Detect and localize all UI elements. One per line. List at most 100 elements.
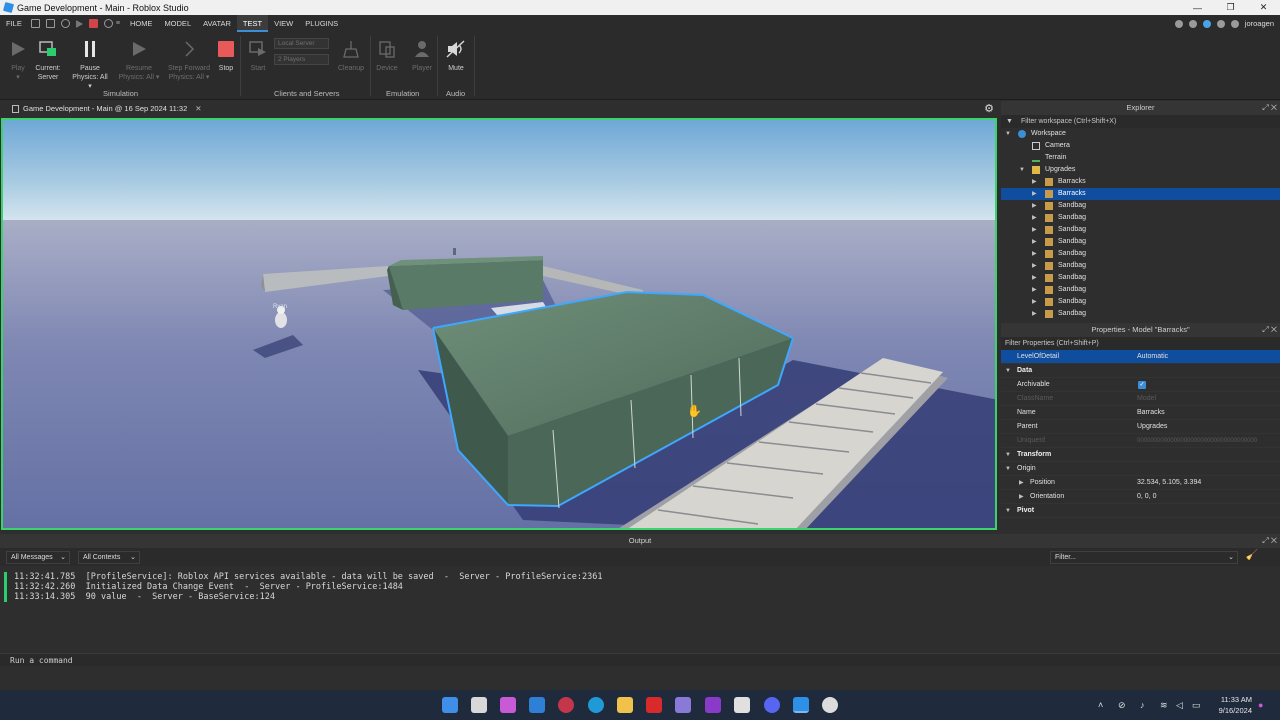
tree-item-workspace[interactable]: ▼ Workspace (1001, 128, 1280, 140)
property-name[interactable]: Name Barracks (1001, 406, 1280, 420)
current-server-button[interactable]: Current: Server (30, 38, 66, 82)
roblox-studio-taskbar-icon[interactable] (793, 697, 809, 713)
chrome-icon[interactable] (822, 697, 838, 713)
menu-home[interactable]: HOME (124, 15, 159, 32)
tree-item-sandbag[interactable]: ▶ Sandbag (1001, 272, 1280, 284)
close-button[interactable]: ✕ (1247, 0, 1280, 15)
property-category-pivot[interactable]: ▼ Pivot (1001, 504, 1280, 518)
resume-button[interactable]: Resume Physics: All ▾ (118, 38, 160, 82)
vscode-icon[interactable] (529, 697, 545, 713)
onenote-icon[interactable] (705, 697, 721, 713)
document-tab[interactable]: Game Development - Main @ 16 Sep 2024 11… (6, 101, 208, 116)
close-tab-icon[interactable]: ✕ (195, 104, 201, 113)
stop-quick-icon[interactable] (88, 19, 98, 28)
game-controller-icon[interactable] (675, 697, 691, 713)
task-view-icon[interactable] (471, 697, 487, 713)
tree-item-sandbag[interactable]: ▶ Sandbag (1001, 296, 1280, 308)
copilot-icon[interactable] (500, 697, 516, 713)
edge-icon[interactable] (588, 697, 604, 713)
store-icon[interactable] (734, 697, 750, 713)
mute-button[interactable]: Mute (438, 38, 474, 73)
command-bar-input[interactable]: Run a command (0, 653, 1280, 666)
tree-item-barracks-selected[interactable]: ▶ Barracks (1001, 188, 1280, 200)
user-avatar-icon[interactable] (1230, 19, 1239, 28)
menu-model[interactable]: MODEL (158, 15, 197, 32)
mic-icon[interactable]: ♪ (1140, 700, 1145, 710)
menu-view[interactable]: VIEW (268, 15, 299, 32)
help-icon[interactable] (1216, 19, 1225, 28)
tree-item-barracks[interactable]: ▶ Barracks (1001, 176, 1280, 188)
tree-item-upgrades[interactable]: ▼ Upgrades (1001, 164, 1280, 176)
discord-icon[interactable] (764, 697, 780, 713)
redo-icon[interactable] (60, 19, 70, 28)
tree-item-sandbag[interactable]: ▶ Sandbag (1001, 200, 1280, 212)
clear-output-icon[interactable]: 🧹 (1246, 550, 1258, 561)
tree-item-sandbag[interactable]: ▶ Sandbag (1001, 260, 1280, 272)
menu-plugins[interactable]: PLUGINS (299, 15, 344, 32)
netflix-icon[interactable] (646, 697, 662, 713)
gear-icon[interactable]: ⚙ (984, 102, 994, 115)
new-file-icon[interactable] (30, 19, 40, 28)
tree-item-camera[interactable]: Camera (1001, 140, 1280, 152)
menu-file[interactable]: FILE (0, 15, 28, 32)
maximize-button[interactable]: ❐ (1214, 0, 1247, 15)
player-button[interactable]: Player (404, 38, 440, 73)
volume-icon[interactable]: ◁ (1176, 700, 1183, 711)
taskbar-clock[interactable]: 11:33 AM 9/16/2024 (1219, 694, 1252, 716)
wifi-icon[interactable]: ≋ (1160, 700, 1168, 711)
tree-item-terrain[interactable]: Terrain (1001, 152, 1280, 164)
pause-button[interactable]: Pause Physics: All ▾ (70, 38, 110, 91)
quick-access-dropdown-icon[interactable]: ≡ (116, 20, 120, 27)
menu-test[interactable]: TEST (236, 15, 269, 32)
notification-icon[interactable] (1174, 19, 1183, 28)
username[interactable]: joroagen (1245, 19, 1274, 28)
terrain-icon (1032, 154, 1040, 162)
tree-item-sandbag[interactable]: ▶ Sandbag (1001, 236, 1280, 248)
server-select[interactable]: Local Server (274, 38, 329, 49)
property-orientation[interactable]: ▶ Orientation 0, 0, 0 (1001, 490, 1280, 504)
property-origin[interactable]: ▼ Origin (1001, 462, 1280, 476)
archivable-checkbox[interactable]: ✓ (1138, 381, 1146, 389)
opera-icon[interactable] (558, 697, 574, 713)
cloud-icon[interactable] (1202, 19, 1211, 28)
share-icon[interactable] (1188, 19, 1197, 28)
minimize-button[interactable]: — (1181, 0, 1214, 15)
close-panel-icon[interactable]: ⤢ ✕ (1262, 101, 1277, 115)
explorer-filter-input[interactable]: ▼ Filter workspace (Ctrl+Shift+X) (1001, 115, 1280, 128)
property-level-of-detail[interactable]: LevelOfDetail Automatic (1001, 350, 1280, 364)
property-position[interactable]: ▶ Position 32.534, 5.105, 3.394 (1001, 476, 1280, 490)
menu-bar: FILE ≡ HOME MODEL AVATAR TEST VIEW PLUGI… (0, 15, 1280, 32)
device-button[interactable]: Device (369, 38, 405, 73)
window-title: Game Development - Main - Roblox Studio (17, 2, 189, 13)
battery-icon[interactable]: ▭ (1192, 700, 1201, 711)
cleanup-button[interactable]: Cleanup (333, 38, 369, 73)
tree-item-sandbag[interactable]: ▶ Sandbag (1001, 212, 1280, 224)
tray-chevron-icon[interactable]: ˄ (1098, 700, 1103, 710)
messages-filter-dropdown[interactable]: All Messages ⌄ (6, 551, 70, 564)
tree-item-sandbag[interactable]: ▶ Sandbag (1001, 308, 1280, 320)
save-icon[interactable] (45, 19, 55, 28)
close-panel-icon[interactable]: ⤢ ✕ (1262, 534, 1277, 548)
menu-avatar[interactable]: AVATAR (197, 15, 237, 32)
windows-start-icon[interactable] (442, 697, 458, 713)
players-select[interactable]: 2 Players (274, 54, 329, 65)
notification-center-icon[interactable]: ● (1258, 700, 1263, 710)
tree-item-sandbag[interactable]: ▶ Sandbag (1001, 224, 1280, 236)
mic-muted-icon[interactable]: ⊘ (1118, 700, 1126, 711)
undo-icon[interactable] (103, 19, 113, 28)
start-button[interactable]: Start (240, 38, 276, 73)
play-quick-icon[interactable] (75, 19, 83, 28)
property-category-transform[interactable]: ▼ Transform (1001, 448, 1280, 462)
property-parent[interactable]: Parent Upgrades (1001, 420, 1280, 434)
stop-button[interactable]: Stop (208, 38, 244, 73)
property-archivable[interactable]: Archivable ✓ (1001, 378, 1280, 392)
close-panel-icon[interactable]: ⤢ ✕ (1262, 323, 1277, 337)
tree-item-sandbag[interactable]: ▶ Sandbag (1001, 248, 1280, 260)
3d-viewport[interactable]: ✋ Ryan (1, 118, 997, 530)
property-category-data[interactable]: ▼ Data (1001, 364, 1280, 378)
file-explorer-icon[interactable] (617, 697, 633, 713)
contexts-filter-dropdown[interactable]: All Contexts ⌄ (78, 551, 140, 564)
properties-filter-input[interactable]: Filter Properties (Ctrl+Shift+P) (1001, 337, 1280, 350)
tree-item-sandbag[interactable]: ▶ Sandbag (1001, 284, 1280, 296)
output-search-input[interactable]: Filter... ⌄ (1050, 551, 1238, 564)
